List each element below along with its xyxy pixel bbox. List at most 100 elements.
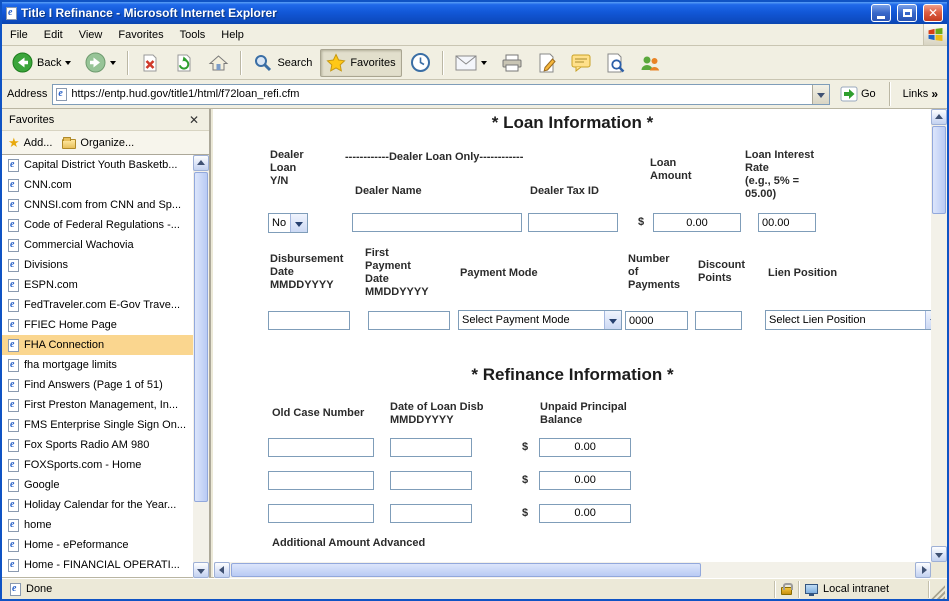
favorite-item[interactable]: Home - ePeformance — [2, 535, 193, 555]
dealer-tax-id-input[interactable] — [528, 213, 618, 232]
links-button[interactable]: Links » — [899, 87, 942, 101]
favorite-item[interactable]: Google — [2, 475, 193, 495]
favorites-button[interactable]: Favorites — [320, 49, 401, 77]
back-button[interactable]: Back — [6, 48, 77, 77]
favorite-item[interactable]: CNN.com — [2, 175, 193, 195]
scroll-right-button[interactable] — [915, 562, 931, 578]
ie-page-icon — [8, 179, 19, 192]
refresh-button[interactable] — [168, 49, 200, 77]
menu-item-view[interactable]: View — [71, 26, 111, 44]
title-bar: Title I Refinance - Microsoft Internet E… — [2, 2, 947, 24]
scrollbar-thumb[interactable] — [932, 126, 946, 214]
resize-grip[interactable] — [931, 585, 945, 599]
currency-label: $ — [638, 216, 644, 228]
favorite-item[interactable]: Fox Sports Radio AM 980 — [2, 435, 193, 455]
go-button[interactable]: Go — [835, 85, 881, 103]
favorite-item[interactable]: FFIEC Home Page — [2, 315, 193, 335]
scrollbar-thumb[interactable] — [231, 563, 701, 577]
scroll-left-button[interactable] — [214, 562, 230, 578]
minimize-button[interactable] — [871, 4, 891, 22]
messenger-button[interactable] — [633, 49, 667, 77]
content-vertical-scrollbar[interactable] — [931, 109, 947, 562]
date-of-loan-disb-input[interactable] — [390, 438, 472, 457]
favorite-item[interactable]: First Preston Management, In... — [2, 395, 193, 415]
unpaid-principal-balance-input[interactable] — [539, 438, 631, 457]
search-button[interactable]: Search — [247, 49, 318, 77]
scroll-up-button[interactable] — [193, 155, 209, 171]
mail-dropdown-icon[interactable] — [481, 61, 487, 68]
lien-position-value: Select Lien Position — [769, 314, 925, 326]
edit-button[interactable] — [531, 49, 563, 77]
back-dropdown-icon[interactable] — [65, 61, 71, 68]
favorite-item[interactable]: fha mortgage limits — [2, 355, 193, 375]
favorite-item[interactable]: Code of Federal Regulations -... — [2, 215, 193, 235]
history-button[interactable] — [404, 48, 437, 77]
discount-points-input[interactable] — [695, 311, 742, 330]
unpaid-principal-balance-input[interactable] — [539, 504, 631, 523]
favorite-item-label: Holiday Calendar for the Year... — [24, 499, 176, 511]
favorite-item[interactable]: Capital District Youth Basketb... — [2, 155, 193, 175]
menu-item-favorites[interactable]: Favorites — [110, 26, 171, 44]
dropdown-button[interactable] — [290, 214, 307, 232]
favorite-item[interactable]: FMS Enterprise Single Sign On... — [2, 415, 193, 435]
menu-item-tools[interactable]: Tools — [172, 26, 214, 44]
close-button[interactable]: ✕ — [923, 4, 943, 22]
favorite-item-label: FMS Enterprise Single Sign On... — [24, 419, 186, 431]
favorites-close-icon[interactable]: ✕ — [186, 114, 202, 126]
date-of-loan-disb-input[interactable] — [390, 504, 472, 523]
dropdown-button[interactable] — [604, 311, 621, 329]
old-case-number-input[interactable] — [268, 471, 374, 490]
dealer-name-input[interactable] — [352, 213, 522, 232]
number-of-payments-input[interactable] — [625, 311, 688, 330]
favorite-item[interactable]: Home - FINANCIAL OPERATI... — [2, 555, 193, 575]
ie-page-icon — [8, 259, 19, 272]
lien-position-select[interactable]: Select Lien Position — [765, 310, 931, 330]
favorite-item[interactable]: Divisions — [2, 255, 193, 275]
menu-item-help[interactable]: Help — [213, 26, 252, 44]
mail-button[interactable] — [449, 51, 493, 75]
loan-interest-rate-input[interactable] — [758, 213, 816, 232]
old-case-number-input[interactable] — [268, 438, 374, 457]
add-favorite-button[interactable]: ★ Add... — [8, 136, 52, 149]
favorite-item[interactable]: Find Answers (Page 1 of 51) — [2, 375, 193, 395]
forward-dropdown-icon[interactable] — [110, 61, 116, 68]
payment-mode-select[interactable]: Select Payment Mode — [458, 310, 622, 330]
first-payment-date-input[interactable] — [368, 311, 450, 330]
menu-item-file[interactable]: File — [2, 26, 36, 44]
address-dropdown-button[interactable] — [812, 85, 829, 104]
disbursement-date-input[interactable] — [268, 311, 350, 330]
scroll-up-button[interactable] — [931, 109, 947, 125]
favorite-item[interactable]: FedTraveler.com E-Gov Trave... — [2, 295, 193, 315]
favorites-list-body: Capital District Youth Basketb...CNN.com… — [2, 155, 209, 578]
favorite-item[interactable]: home — [2, 515, 193, 535]
unpaid-principal-balance-input[interactable] — [539, 471, 631, 490]
address-input[interactable]: https://entp.hud.gov/title1/html/f72loan… — [52, 84, 830, 105]
content-horizontal-scrollbar[interactable] — [214, 562, 931, 578]
loan-amount-input[interactable] — [653, 213, 741, 232]
maximize-icon — [903, 9, 912, 17]
research-button[interactable] — [599, 49, 631, 77]
forward-button[interactable] — [79, 48, 122, 77]
favorite-item[interactable]: FHA Connection — [2, 335, 193, 355]
favorite-item[interactable]: CNNSI.com from CNN and Sp... — [2, 195, 193, 215]
discuss-button[interactable] — [565, 49, 597, 76]
scroll-down-button[interactable] — [931, 546, 947, 562]
dealer-loan-select[interactable]: No — [268, 213, 308, 233]
maximize-button[interactable] — [897, 4, 917, 22]
print-button[interactable] — [495, 49, 529, 77]
favorite-item[interactable]: FOXSports.com - Home — [2, 455, 193, 475]
scrollbar-thumb[interactable] — [194, 172, 208, 502]
scroll-down-button[interactable] — [193, 562, 209, 578]
organize-favorites-button[interactable]: Organize... — [62, 137, 134, 149]
favorite-item[interactable]: Commercial Wachovia — [2, 235, 193, 255]
address-url[interactable]: https://entp.hud.gov/title1/html/f72loan… — [71, 88, 808, 100]
favorite-item[interactable]: Holiday Calendar for the Year... — [2, 495, 193, 515]
stop-button[interactable] — [134, 49, 166, 77]
favorites-scrollbar[interactable] — [193, 155, 209, 578]
menu-item-edit[interactable]: Edit — [36, 26, 71, 44]
old-case-number-input[interactable] — [268, 504, 374, 523]
favorites-label: Favorites — [350, 57, 395, 69]
date-of-loan-disb-input[interactable] — [390, 471, 472, 490]
home-button[interactable] — [202, 49, 235, 77]
favorite-item[interactable]: ESPN.com — [2, 275, 193, 295]
